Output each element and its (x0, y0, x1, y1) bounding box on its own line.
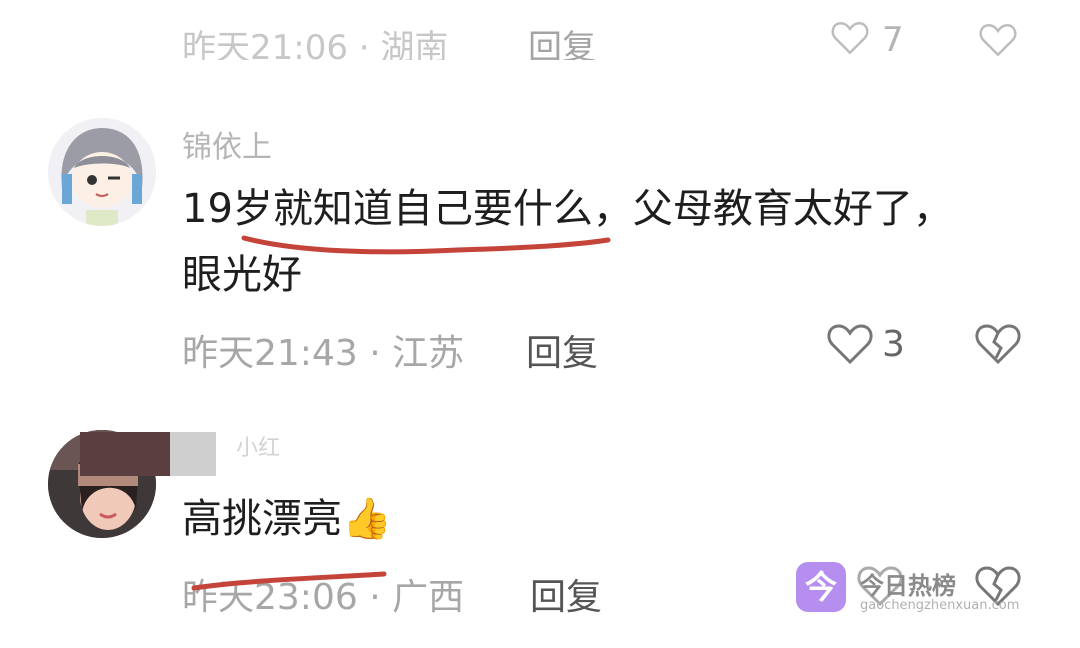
partial-comment-row: 昨天21:06 · 湖南 回复 7 (182, 10, 1040, 60)
avatar[interactable] (48, 118, 156, 226)
comment-text-line: 高挑漂亮 (182, 496, 342, 542)
comment-text: 19岁就知道自己要什么，父母教育太好了， 眼光好 (182, 176, 1042, 308)
broken-heart-icon[interactable] (974, 322, 1022, 366)
comment-list: 昨天21:06 · 湖南 回复 7 锦依上 19岁就知道自己要什么，父母教育太好… (0, 0, 1080, 648)
comment-meta: 昨天23:06 · 广西 (182, 577, 465, 618)
comment-text-line: 19岁就知道自己要什么，父母教育太好了， (182, 186, 953, 232)
redaction-block (80, 432, 170, 476)
like-count: 3 (882, 324, 905, 365)
broken-heart-icon[interactable] (978, 22, 1018, 58)
reply-button[interactable]: 回复 (530, 568, 602, 620)
comment-text: 高挑漂亮👍 (182, 486, 1042, 552)
watermark-url: gaochengzhenxuan.com (860, 598, 1020, 613)
reply-button[interactable]: 回复 (528, 20, 596, 60)
like-icon[interactable] (826, 322, 874, 366)
watermark-title: 今日热榜 (860, 572, 956, 600)
username[interactable]: 锦依上 (182, 122, 272, 166)
username[interactable]: 小红 (236, 430, 280, 462)
comment-text-line: 眼光好 (182, 252, 302, 298)
reply-button[interactable]: 回复 (526, 324, 598, 376)
comment-meta: 昨天21:43 · 江苏 (182, 333, 465, 374)
comment-meta: 昨天21:06 · 湖南 (182, 28, 449, 60)
like-count: 7 (882, 20, 904, 60)
like-icon[interactable] (830, 20, 870, 56)
watermark-logo: 今 (796, 562, 846, 612)
thumbs-up-emoji: 👍 (342, 496, 392, 542)
